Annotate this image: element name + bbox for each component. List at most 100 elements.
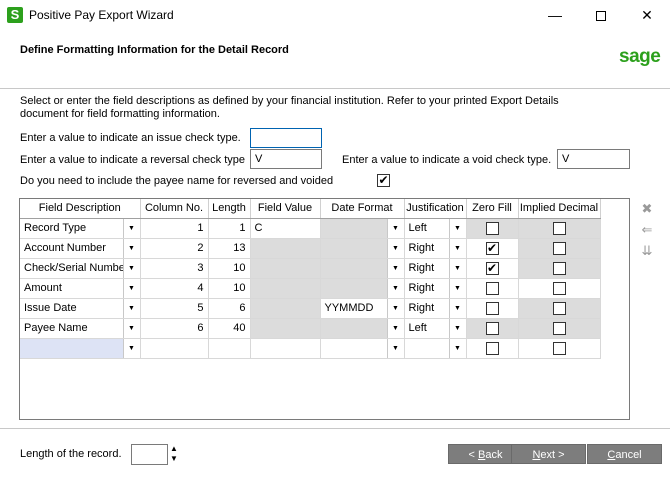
table-row[interactable]: Account Number ▼ 2 13 ▼ Right ▼ ✔ <box>20 238 601 259</box>
dropdown-arrow-icon[interactable]: ▼ <box>448 298 465 317</box>
field-description-cell[interactable]: Account Number ▼ <box>20 238 141 259</box>
implied-decimal-checkbox[interactable] <box>552 241 566 255</box>
implied-decimal-checkbox[interactable] <box>552 341 566 355</box>
field-description-cell[interactable]: Payee Name ▼ <box>20 318 141 339</box>
zero-fill-cell[interactable]: ✔ <box>466 238 519 259</box>
zero-fill-cell[interactable] <box>466 218 519 239</box>
insert-row-icon[interactable]: ⇐ <box>639 222 655 238</box>
implied-decimal-cell[interactable] <box>518 318 601 339</box>
dropdown-arrow-icon[interactable]: ▼ <box>122 318 139 337</box>
zero-fill-checkbox[interactable] <box>485 221 499 235</box>
dropdown-arrow-icon[interactable]: ▼ <box>448 258 465 277</box>
spin-up-icon[interactable]: ▲ <box>169 444 179 454</box>
minimize-button[interactable]: — <box>532 0 578 30</box>
table-row-new[interactable]: ▼ ▼ ▼ <box>20 338 601 359</box>
next-button[interactable]: Next > <box>511 444 586 464</box>
void-type-input[interactable]: V <box>557 149 630 169</box>
implied-decimal-checkbox[interactable] <box>552 321 566 335</box>
dropdown-arrow-icon[interactable]: ▼ <box>386 278 403 297</box>
dropdown-arrow-icon[interactable]: ▼ <box>122 218 139 237</box>
zero-fill-checkbox[interactable]: ✔ <box>485 241 499 255</box>
length-cell[interactable]: 13 <box>208 238 251 259</box>
issue-type-input[interactable] <box>250 128 322 148</box>
zero-fill-cell[interactable] <box>466 338 519 359</box>
delete-row-icon[interactable]: ✖ <box>639 201 655 217</box>
move-row-icon[interactable]: ⇊ <box>639 243 655 259</box>
col-header-field-description[interactable]: Field Description <box>20 199 141 219</box>
field-value-cell[interactable] <box>250 338 321 359</box>
length-cell[interactable]: 6 <box>208 298 251 319</box>
column-no-cell[interactable]: 4 <box>140 278 209 299</box>
table-row[interactable]: Check/Serial Numbe ▼ 3 10 ▼ Right ▼ ✔ <box>20 258 601 279</box>
col-header-column-no[interactable]: Column No. <box>140 199 209 219</box>
dropdown-arrow-icon[interactable]: ▼ <box>448 318 465 337</box>
maximize-button[interactable] <box>578 0 624 30</box>
record-length-spinner[interactable]: ▲ ▼ <box>169 444 179 465</box>
column-no-cell[interactable]: 3 <box>140 258 209 279</box>
length-cell[interactable]: 10 <box>208 258 251 279</box>
reversal-type-input[interactable]: V <box>250 149 322 169</box>
cancel-button[interactable]: Cancel <box>587 444 662 464</box>
zero-fill-cell[interactable]: ✔ <box>466 258 519 279</box>
implied-decimal-checkbox[interactable] <box>552 221 566 235</box>
table-row[interactable]: Amount ▼ 4 10 ▼ Right ▼ <box>20 278 601 299</box>
dropdown-arrow-icon[interactable]: ▼ <box>386 338 403 357</box>
field-description-cell[interactable]: ▼ <box>20 338 141 359</box>
dropdown-arrow-icon[interactable]: ▼ <box>448 238 465 257</box>
length-cell[interactable]: 10 <box>208 278 251 299</box>
dropdown-arrow-icon[interactable]: ▼ <box>122 298 139 317</box>
justification-cell[interactable]: Right ▼ <box>404 258 467 279</box>
close-button[interactable]: ✕ <box>624 0 670 30</box>
implied-decimal-cell[interactable] <box>518 298 601 319</box>
implied-decimal-checkbox[interactable] <box>552 301 566 315</box>
dropdown-arrow-icon[interactable]: ▼ <box>386 298 403 317</box>
column-no-cell[interactable]: 2 <box>140 238 209 259</box>
col-header-implied-decimal[interactable]: Implied Decimal <box>518 199 601 219</box>
table-row[interactable]: Issue Date ▼ 5 6 YYMMDD ▼ Right ▼ <box>20 298 601 319</box>
col-header-date-format[interactable]: Date Format <box>320 199 405 219</box>
field-description-cell[interactable]: Issue Date ▼ <box>20 298 141 319</box>
zero-fill-checkbox[interactable] <box>485 321 499 335</box>
implied-decimal-cell[interactable] <box>518 258 601 279</box>
payee-name-checkbox[interactable]: ✔ <box>377 174 390 187</box>
dropdown-arrow-icon[interactable]: ▼ <box>448 278 465 297</box>
table-row[interactable]: Payee Name ▼ 6 40 ▼ Left ▼ <box>20 318 601 339</box>
justification-cell[interactable]: ▼ <box>404 338 467 359</box>
dropdown-arrow-icon[interactable]: ▼ <box>386 318 403 337</box>
implied-decimal-cell[interactable] <box>518 218 601 239</box>
zero-fill-checkbox[interactable] <box>485 301 499 315</box>
col-header-length[interactable]: Length <box>208 199 251 219</box>
field-description-cell[interactable]: Amount ▼ <box>20 278 141 299</box>
zero-fill-checkbox[interactable] <box>485 281 499 295</box>
dropdown-arrow-icon[interactable]: ▼ <box>122 278 139 297</box>
column-no-cell[interactable] <box>140 338 209 359</box>
zero-fill-checkbox[interactable]: ✔ <box>485 261 499 275</box>
record-length-input[interactable] <box>131 444 168 465</box>
column-no-cell[interactable]: 6 <box>140 318 209 339</box>
col-header-justification[interactable]: Justification <box>404 199 467 219</box>
justification-cell[interactable]: Left ▼ <box>404 318 467 339</box>
column-no-cell[interactable]: 1 <box>140 218 209 239</box>
implied-decimal-cell[interactable] <box>518 238 601 259</box>
col-header-field-value[interactable]: Field Value <box>250 199 321 219</box>
dropdown-arrow-icon[interactable]: ▼ <box>122 258 139 277</box>
length-cell[interactable]: 1 <box>208 218 251 239</box>
col-header-zero-fill[interactable]: Zero Fill <box>466 199 519 219</box>
dropdown-arrow-icon[interactable]: ▼ <box>386 218 403 237</box>
field-description-cell[interactable]: Check/Serial Numbe ▼ <box>20 258 141 279</box>
date-format-cell[interactable]: YYMMDD ▼ <box>320 298 405 319</box>
implied-decimal-checkbox[interactable] <box>552 281 566 295</box>
column-no-cell[interactable]: 5 <box>140 298 209 319</box>
dropdown-arrow-icon[interactable]: ▼ <box>448 218 465 237</box>
dropdown-arrow-icon[interactable]: ▼ <box>386 238 403 257</box>
length-cell[interactable]: 40 <box>208 318 251 339</box>
field-value-cell[interactable]: C <box>250 218 321 239</box>
dropdown-arrow-icon[interactable]: ▼ <box>448 338 465 357</box>
table-row[interactable]: Record Type ▼ 1 1 C ▼ Left ▼ <box>20 218 601 239</box>
justification-cell[interactable]: Right ▼ <box>404 238 467 259</box>
justification-cell[interactable]: Left ▼ <box>404 218 467 239</box>
spin-down-icon[interactable]: ▼ <box>169 454 179 464</box>
justification-cell[interactable]: Right ▼ <box>404 278 467 299</box>
dropdown-arrow-icon[interactable]: ▼ <box>122 238 139 257</box>
zero-fill-cell[interactable] <box>466 318 519 339</box>
